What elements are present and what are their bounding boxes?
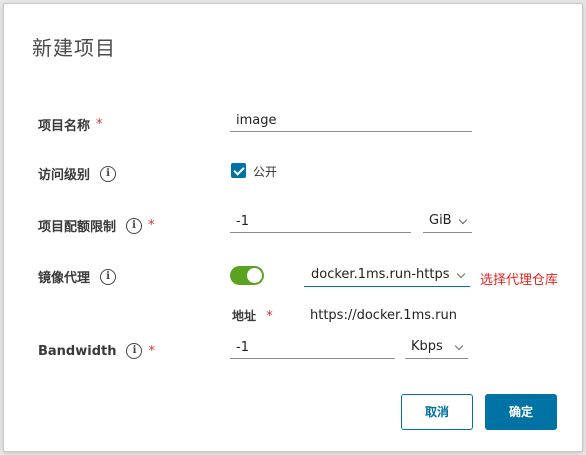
quota-unit-select[interactable]: GiB [423,211,472,233]
required-mark: * [148,343,155,359]
bandwidth-input[interactable] [230,337,395,359]
quota-unit-value: GiB [429,213,452,228]
dialog-title: 新建项目 [32,36,116,60]
bandwidth-unit-value: Kbps [411,339,443,354]
quota-input[interactable] [230,211,411,233]
info-icon[interactable]: i [100,165,117,182]
quota-label: 项目配额限制 i * [38,216,155,235]
public-checkbox[interactable] [231,163,246,178]
bandwidth-unit-select[interactable]: Kbps [405,337,468,359]
proxy-registry-select[interactable]: docker.1ms.run-https://docker.1ms.run [304,265,470,287]
access-level-label-text: 访问级别 [38,168,91,183]
public-checkbox-label[interactable]: 公开 [253,163,277,180]
info-icon[interactable]: i [126,217,143,234]
info-icon[interactable]: i [126,343,143,359]
required-mark: * [96,117,103,132]
proxy-registry-value: docker.1ms.run-https://docker.1ms.run [311,267,449,282]
access-level-label: 访问级别 i [38,164,117,183]
required-mark: * [266,309,273,324]
project-name-label: 项目名称 * [38,115,103,134]
quota-label-text: 项目配额限制 [38,220,117,235]
new-project-dialog: 新建项目 项目名称 * 访问级别 i 公开 项目配额限制 i * GiB 镜像代… [3,3,583,452]
proxy-toggle[interactable] [230,266,264,285]
address-label-text: 地址 [232,309,257,323]
proxy-annotation: 选择代理仓库 [480,273,559,288]
cancel-button[interactable]: 取消 [401,394,473,430]
info-icon[interactable]: i [100,268,117,285]
address-value: https://docker.1ms.run [310,308,457,323]
toggle-knob [247,268,262,283]
ok-button[interactable]: 确定 [485,394,557,430]
chevron-down-icon [454,341,464,351]
bandwidth-label: Bandwidth i * [38,343,155,359]
proxy-label: 镜像代理 i [38,267,117,286]
project-name-input[interactable] [230,110,472,132]
chevron-down-icon [458,215,468,225]
proxy-label-text: 镜像代理 [38,271,91,286]
bandwidth-label-text: Bandwidth [38,343,117,359]
address-label: 地址 * [232,307,273,324]
project-name-label-text: 项目名称 [38,119,91,134]
chevron-down-icon [456,269,466,279]
required-mark: * [148,218,155,233]
